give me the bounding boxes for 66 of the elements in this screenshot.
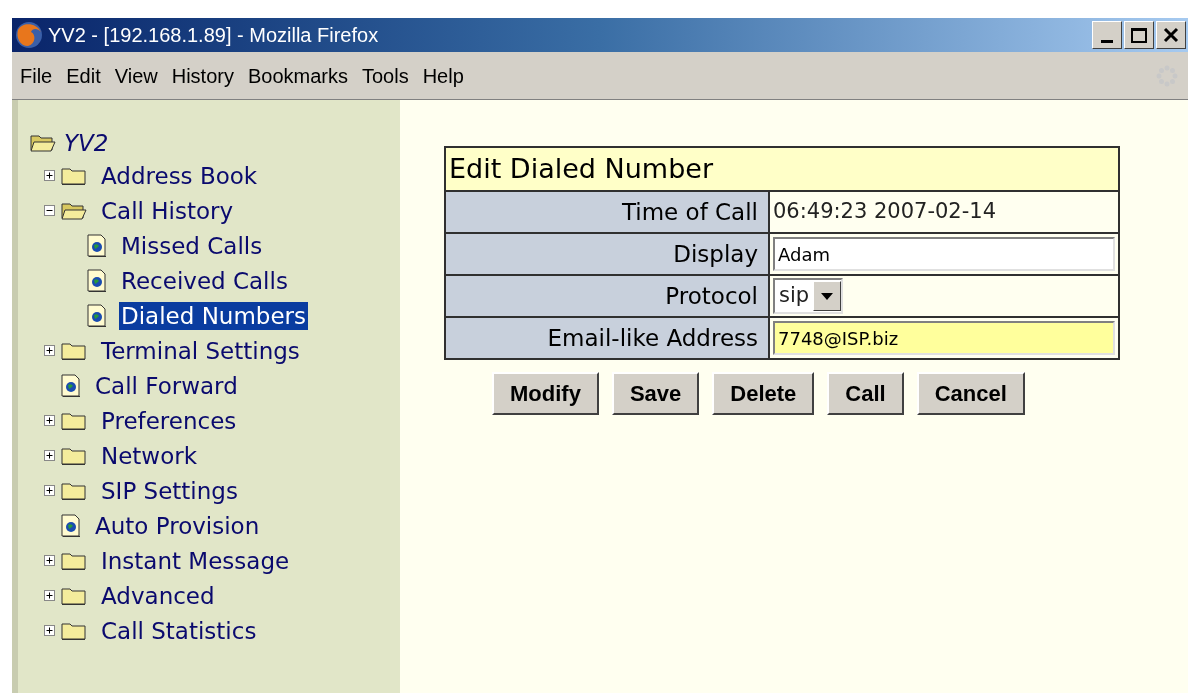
tree-item[interactable]: Call Forward [93, 371, 240, 400]
tree-item[interactable]: Received Calls [119, 266, 290, 295]
form-title: Edit Dialed Number [445, 147, 1119, 191]
collapse-icon[interactable] [44, 205, 55, 216]
minimize-button[interactable] [1092, 21, 1122, 49]
browser-logo-icon [14, 20, 44, 50]
protocol-dropdown[interactable]: sip [773, 278, 844, 314]
menu-item[interactable]: History [171, 60, 234, 91]
field-label: Email-like Address [445, 317, 769, 359]
folder-icon [61, 550, 87, 571]
expand-icon[interactable] [44, 555, 55, 566]
tree-item[interactable]: Dialed Numbers [119, 301, 309, 330]
tree-item[interactable]: Instant Message [99, 546, 292, 575]
tree-item[interactable]: Terminal Settings [99, 336, 302, 365]
tree-item[interactable]: Network [99, 441, 200, 470]
expand-icon[interactable] [44, 170, 55, 181]
open-folder-icon [61, 200, 87, 221]
field-label: Display [445, 233, 769, 275]
menu-item[interactable]: Help [422, 60, 464, 91]
tree-item[interactable]: Call Statistics [99, 616, 259, 645]
folder-icon [61, 340, 87, 361]
menu-item[interactable]: File [20, 60, 53, 91]
folder-icon [61, 480, 87, 501]
tree-item[interactable]: Auto Provision [93, 511, 262, 540]
field-label: Time of Call [445, 191, 769, 233]
page-globe-icon [87, 268, 107, 293]
expand-icon[interactable] [44, 590, 55, 601]
folder-icon [61, 165, 87, 186]
expand-icon[interactable] [44, 625, 55, 636]
field-label: Protocol [445, 275, 769, 317]
close-button[interactable] [1156, 21, 1186, 49]
form-button[interactable]: Save [611, 372, 700, 415]
tree-item[interactable]: Missed Calls [119, 231, 265, 260]
window-title: YV2 - [192.168.1.89] - Mozilla Firefox [48, 23, 379, 48]
tree-item[interactable]: Call History [99, 196, 236, 225]
tree-item[interactable]: Preferences [99, 406, 239, 435]
form-button[interactable]: Delete [712, 372, 815, 415]
folder-icon [61, 620, 87, 641]
tree-root-label[interactable]: YV2 [64, 125, 109, 161]
menu-item[interactable]: Tools [361, 60, 409, 91]
page-globe-icon [61, 373, 81, 398]
text-field[interactable]: Adam [773, 237, 1115, 271]
dropdown-arrow-icon [821, 292, 834, 300]
folder-icon [61, 445, 87, 466]
menu-item[interactable]: View [114, 60, 158, 91]
folder-icon [61, 585, 87, 606]
page-globe-icon [61, 513, 81, 538]
expand-icon[interactable] [44, 450, 55, 461]
form-button[interactable]: Cancel [916, 372, 1025, 415]
page-globe-icon [87, 303, 107, 328]
folder-icon [61, 410, 87, 431]
close-icon [1163, 27, 1179, 43]
tree-item[interactable]: Address Book [99, 161, 260, 190]
expand-icon[interactable] [44, 415, 55, 426]
tree-item[interactable]: Advanced [99, 581, 217, 610]
expand-icon[interactable] [44, 345, 55, 356]
menu-item[interactable]: Edit [66, 60, 101, 91]
form-button[interactable]: Call [827, 372, 904, 415]
field-value: 06:49:23 2007-02-14 [773, 199, 997, 224]
page-globe-icon [87, 233, 107, 258]
form-button[interactable]: Modify [492, 372, 599, 415]
tree-item[interactable]: SIP Settings [99, 476, 240, 505]
menu-item[interactable]: Bookmarks [247, 60, 348, 91]
text-field[interactable]: 7748@ISP.biz [773, 321, 1115, 355]
maximize-button[interactable] [1124, 21, 1154, 49]
expand-icon[interactable] [44, 485, 55, 496]
